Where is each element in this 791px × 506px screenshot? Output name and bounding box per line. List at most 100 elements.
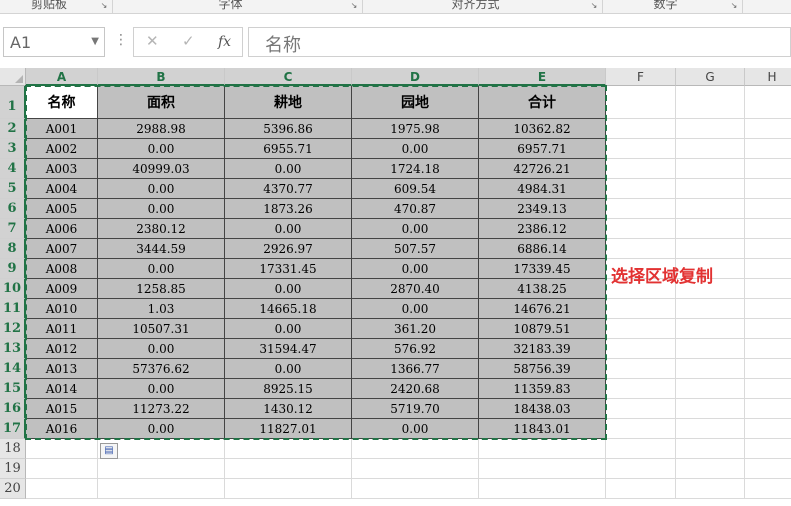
column-header-a[interactable]: A <box>26 68 98 86</box>
table-cell[interactable]: 0.00 <box>98 259 225 279</box>
table-cell[interactable]: A006 <box>26 219 98 239</box>
row-header-7[interactable]: 7 <box>0 219 26 239</box>
table-cell[interactable]: 4370.77 <box>225 179 352 199</box>
empty-cell[interactable] <box>606 299 676 319</box>
empty-cell[interactable] <box>745 459 791 479</box>
spreadsheet-grid[interactable]: A B C D E F G H 1 2 3 4 5 6 7 8 9 10 11 12 13 14 15 16 17 18 19 20 名… <box>0 68 791 506</box>
empty-cell[interactable] <box>479 439 606 459</box>
table-cell[interactable]: 11843.01 <box>479 419 606 439</box>
table-cell[interactable]: 10879.51 <box>479 319 606 339</box>
table-cell[interactable]: 4138.25 <box>479 279 606 299</box>
table-cell[interactable]: A009 <box>26 279 98 299</box>
empty-cell[interactable] <box>606 86 676 119</box>
empty-cell[interactable] <box>745 159 791 179</box>
column-header-g[interactable]: G <box>676 68 745 86</box>
table-cell[interactable]: 1724.18 <box>352 159 479 179</box>
empty-cell[interactable] <box>352 439 479 459</box>
empty-cell[interactable] <box>606 459 676 479</box>
table-cell[interactable]: 2926.97 <box>225 239 352 259</box>
empty-cell[interactable] <box>225 439 352 459</box>
table-cell[interactable]: 11273.22 <box>98 399 225 419</box>
table-cell[interactable]: 32183.39 <box>479 339 606 359</box>
more-vertical-icon[interactable]: ⋮ <box>114 32 128 48</box>
empty-cell[interactable] <box>676 119 745 139</box>
table-header-cell[interactable]: 面积 <box>98 86 225 119</box>
insert-function-icon[interactable]: fx <box>218 34 231 50</box>
table-cell[interactable]: 57376.62 <box>98 359 225 379</box>
table-header-cell[interactable]: 名称 <box>26 86 98 119</box>
empty-cell[interactable] <box>745 139 791 159</box>
formula-input[interactable]: 名称 <box>248 27 791 57</box>
table-cell[interactable]: 1975.98 <box>352 119 479 139</box>
empty-cell[interactable] <box>745 179 791 199</box>
empty-cell[interactable] <box>606 119 676 139</box>
table-cell[interactable]: A012 <box>26 339 98 359</box>
empty-cell[interactable] <box>676 219 745 239</box>
row-header-18[interactable]: 18 <box>0 439 26 459</box>
table-cell[interactable]: 6955.71 <box>225 139 352 159</box>
table-cell[interactable]: 17339.45 <box>479 259 606 279</box>
table-cell[interactable]: 0.00 <box>225 319 352 339</box>
column-header-c[interactable]: C <box>225 68 352 86</box>
empty-cell[interactable] <box>745 479 791 499</box>
dialog-launcher-icon[interactable]: ↘ <box>100 2 108 10</box>
row-header-17[interactable]: 17 <box>0 419 26 439</box>
table-cell[interactable]: 0.00 <box>98 419 225 439</box>
empty-cell[interactable] <box>676 419 745 439</box>
table-cell[interactable]: 2386.12 <box>479 219 606 239</box>
empty-cell[interactable] <box>98 479 225 499</box>
table-cell[interactable]: 4984.31 <box>479 179 606 199</box>
table-cell[interactable]: 0.00 <box>225 359 352 379</box>
empty-cell[interactable] <box>676 479 745 499</box>
row-header-4[interactable]: 4 <box>0 159 26 179</box>
table-cell[interactable]: 361.20 <box>352 319 479 339</box>
paste-options-icon[interactable]: ▤ <box>100 443 118 459</box>
empty-cell[interactable] <box>745 279 791 299</box>
row-header-19[interactable]: 19 <box>0 459 26 479</box>
empty-cell[interactable] <box>745 319 791 339</box>
column-header-f[interactable]: F <box>606 68 676 86</box>
table-cell[interactable]: 0.00 <box>98 379 225 399</box>
empty-cell[interactable] <box>606 419 676 439</box>
table-cell[interactable]: A016 <box>26 419 98 439</box>
table-cell[interactable]: A002 <box>26 139 98 159</box>
column-header-e[interactable]: E <box>479 68 606 86</box>
table-cell[interactable]: 0.00 <box>225 159 352 179</box>
table-cell[interactable]: 0.00 <box>98 179 225 199</box>
empty-cell[interactable] <box>606 339 676 359</box>
empty-cell[interactable] <box>676 159 745 179</box>
row-header-3[interactable]: 3 <box>0 139 26 159</box>
enter-icon[interactable]: ✓ <box>182 32 195 50</box>
table-cell[interactable]: 2870.40 <box>352 279 479 299</box>
table-cell[interactable]: 3444.59 <box>98 239 225 259</box>
empty-cell[interactable] <box>676 459 745 479</box>
table-cell[interactable]: A001 <box>26 119 98 139</box>
empty-cell[interactable] <box>606 359 676 379</box>
empty-cell[interactable] <box>676 379 745 399</box>
empty-cell[interactable] <box>225 459 352 479</box>
table-cell[interactable]: 507.57 <box>352 239 479 259</box>
table-cell[interactable]: 0.00 <box>98 139 225 159</box>
table-cell[interactable]: 0.00 <box>352 259 479 279</box>
table-cell[interactable]: 6886.14 <box>479 239 606 259</box>
empty-cell[interactable] <box>479 459 606 479</box>
table-cell[interactable]: 5719.70 <box>352 399 479 419</box>
row-header-5[interactable]: 5 <box>0 179 26 199</box>
table-header-cell[interactable]: 耕地 <box>225 86 352 119</box>
table-cell[interactable]: 470.87 <box>352 199 479 219</box>
table-cell[interactable]: 609.54 <box>352 179 479 199</box>
table-cell[interactable]: 1873.26 <box>225 199 352 219</box>
cancel-icon[interactable]: ✕ <box>146 32 159 50</box>
empty-cell[interactable] <box>606 179 676 199</box>
row-header-8[interactable]: 8 <box>0 239 26 259</box>
empty-cell[interactable] <box>26 459 98 479</box>
table-cell[interactable]: 5396.86 <box>225 119 352 139</box>
table-cell[interactable]: 0.00 <box>352 139 479 159</box>
empty-cell[interactable] <box>26 479 98 499</box>
empty-cell[interactable] <box>745 86 791 119</box>
empty-cell[interactable] <box>606 219 676 239</box>
empty-cell[interactable] <box>745 199 791 219</box>
row-header-12[interactable]: 12 <box>0 319 26 339</box>
empty-cell[interactable] <box>745 419 791 439</box>
row-header-1[interactable]: 1 <box>0 86 26 119</box>
